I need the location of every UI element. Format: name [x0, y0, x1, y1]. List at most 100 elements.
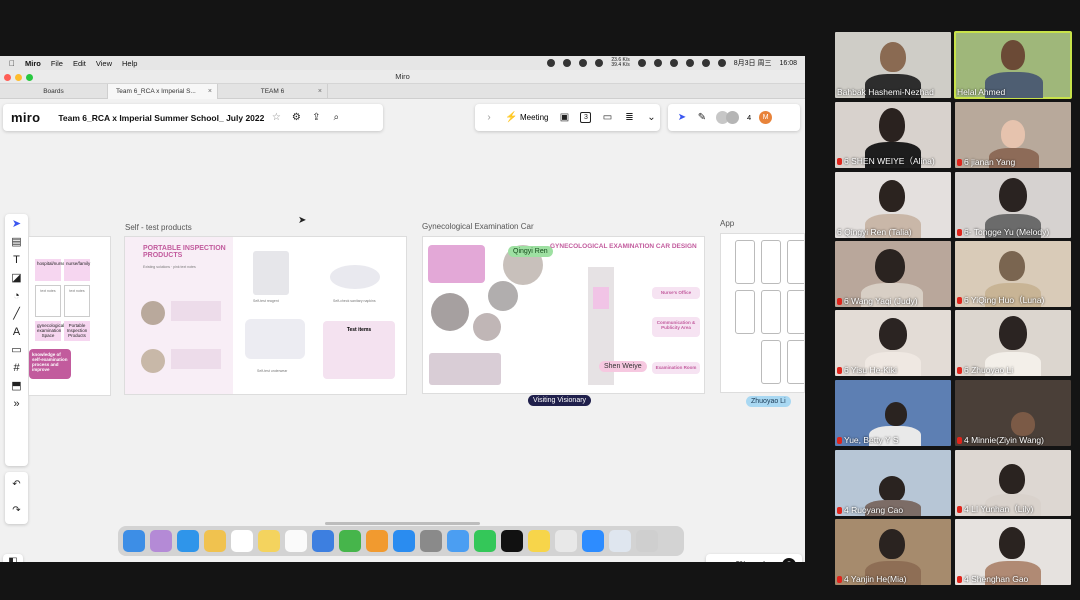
sticky-note[interactable]: nurse/family [64, 259, 90, 281]
frame-research-map[interactable]: hospital/nurse nurse/family text notes t… [28, 236, 111, 396]
safari-icon[interactable] [177, 530, 199, 552]
qq-icon[interactable] [501, 530, 523, 552]
participant-tile[interactable]: 6 Wang Yaqi (Judy) [835, 241, 951, 307]
participant-tile[interactable]: 6- Tongge Yu (Melody) [955, 172, 1071, 238]
photos-icon[interactable] [204, 530, 226, 552]
close-window-icon[interactable] [4, 74, 11, 81]
timer-icon[interactable]: 3 [580, 112, 592, 123]
text-tool-icon[interactable]: T [11, 254, 23, 266]
finder-icon[interactable] [123, 530, 145, 552]
collaborator-count[interactable]: 4 [747, 113, 751, 122]
redo-icon[interactable]: ↷ [11, 505, 23, 517]
sticky-note[interactable]: Portable Inspection Products [64, 321, 90, 341]
participant-tile[interactable]: 4 Minnie(Ziyin Wang) [955, 380, 1071, 446]
more-chevron-icon[interactable]: ⌄ [645, 112, 657, 124]
menu-view[interactable]: View [96, 59, 112, 68]
pen-icon[interactable]: A [11, 326, 23, 338]
battery-icon[interactable] [669, 59, 678, 67]
notes-icon[interactable]: ≣ [623, 112, 635, 124]
participant-tile[interactable]: 6 Zhuoyao Li [955, 310, 1071, 376]
menu-edit[interactable]: Edit [73, 59, 86, 68]
tray-icon[interactable] [579, 59, 588, 67]
keynote-icon[interactable] [312, 530, 334, 552]
reminders-icon[interactable] [285, 530, 307, 552]
zoom-out-icon[interactable]: − [712, 559, 724, 563]
sticky-note[interactable]: gynecological examination Space [35, 321, 64, 341]
comment-icon[interactable]: ▭ [601, 112, 613, 124]
search-icon[interactable] [701, 59, 710, 67]
participant-tile[interactable]: 6 YiQing Huo（Luna) [955, 241, 1071, 307]
participant-tile[interactable]: 4 Shenghan Gao [955, 519, 1071, 585]
settings-gear-icon[interactable]: ⚙ [290, 112, 302, 124]
board-panel-button[interactable]: ◧ [3, 554, 23, 562]
frame-self-test-products[interactable]: PORTABLE INSPECTION PRODUCTS Existing so… [124, 236, 407, 395]
chevron-right-icon[interactable]: › [483, 112, 495, 124]
app-store-icon[interactable] [393, 530, 415, 552]
miro-board-canvas[interactable]: miro Team 6_RCA x Imperial Summer School… [0, 100, 805, 562]
apple-icon[interactable]:  [9, 59, 15, 68]
sticky-note[interactable]: text notes [35, 285, 61, 317]
close-tab-icon[interactable]: × [318, 84, 322, 99]
share-screen-icon[interactable]: ▣ [558, 112, 570, 124]
close-tab-icon[interactable]: × [208, 84, 212, 99]
frame-icon[interactable]: # [11, 362, 23, 374]
participant-tile[interactable]: 4 Ruoyang Cao [835, 450, 951, 516]
tab-team6-rca[interactable]: Team 6_RCA x Imperial S... × [108, 84, 218, 99]
cursor-follow-icon[interactable]: ➤ [676, 112, 688, 124]
frame-gyn-exam-car[interactable]: GYNECOLOGICAL EXAMINATION CAR DESIGN Nur… [422, 236, 705, 394]
horizontal-scrollbar[interactable] [325, 522, 480, 525]
menu-app-name[interactable]: Miro [25, 59, 41, 68]
minimize-window-icon[interactable] [15, 74, 22, 81]
sticky-note-icon[interactable]: ◪ [11, 272, 23, 284]
participant-tile[interactable]: 4 Yanjin He(Mia) [835, 519, 951, 585]
help-button[interactable]: ? [782, 557, 797, 562]
system-preferences-icon[interactable] [420, 530, 442, 552]
search-icon[interactable]: ⌕ [330, 112, 342, 124]
participant-tile-active-speaker[interactable]: Helal Ahmed [954, 31, 1072, 99]
control-center-icon[interactable] [717, 59, 726, 67]
calendar-icon[interactable] [231, 530, 253, 552]
meeting-button[interactable]: ⚡ Meeting [505, 112, 548, 124]
participant-tile[interactable]: 4 LI Yunhan（Lily) [955, 450, 1071, 516]
tab-boards[interactable]: Boards [0, 84, 108, 99]
connector-line-icon[interactable]: ╱ [11, 308, 23, 320]
tray-icon[interactable] [653, 59, 662, 67]
template-icon[interactable]: ▤ [11, 236, 23, 248]
miro-app-icon[interactable] [528, 530, 550, 552]
app-icon[interactable] [555, 530, 577, 552]
highlight-note[interactable]: knowledge of self-examination process an… [29, 349, 71, 379]
comment-icon[interactable]: ▭ [11, 344, 23, 356]
zoom-level[interactable]: 5% [736, 561, 746, 562]
frame-label-app[interactable]: App [720, 219, 734, 228]
wechat-tray-icon[interactable] [547, 59, 556, 67]
reaction-icon[interactable]: ✎ [696, 112, 708, 124]
menu-file[interactable]: File [51, 59, 63, 68]
miro-logo[interactable]: miro [11, 110, 40, 125]
launchpad-icon[interactable] [150, 530, 172, 552]
tray-icon[interactable] [563, 59, 572, 67]
star-icon[interactable]: ☆ [270, 112, 282, 124]
upload-icon[interactable]: ⬒ [11, 380, 23, 392]
shapes-icon[interactable]: ◔ [11, 290, 23, 302]
participant-tile[interactable]: 6 Qingyi Ren (Talia) [835, 172, 951, 238]
participant-tile[interactable]: 6 jianan Yang [955, 102, 1071, 168]
more-tools-icon[interactable]: » [11, 398, 23, 410]
menu-help[interactable]: Help [122, 59, 137, 68]
select-tool-icon[interactable]: ➤ [11, 218, 23, 230]
participant-tile[interactable]: Yue, Betty Y S [835, 380, 951, 446]
user-avatar[interactable]: M [759, 111, 773, 124]
zoom-app-icon[interactable] [582, 530, 604, 552]
messages-icon[interactable] [447, 530, 469, 552]
frame-label-self-test[interactable]: Self - test products [125, 223, 192, 232]
export-upload-icon[interactable]: ⇪ [310, 112, 322, 124]
wifi-icon[interactable] [685, 59, 694, 67]
fullscreen-window-icon[interactable] [26, 74, 33, 81]
undo-icon[interactable]: ↶ [11, 479, 23, 491]
board-title[interactable]: Team 6_RCA x Imperial Summer School_ Jul… [58, 113, 264, 123]
frame-app[interactable] [720, 233, 805, 393]
tab-team6[interactable]: TEAM 6 × [218, 84, 328, 99]
preview-icon[interactable] [609, 530, 631, 552]
tray-icon[interactable] [595, 59, 604, 67]
wechat-icon[interactable] [474, 530, 496, 552]
collaborator-avatars[interactable] [716, 111, 739, 124]
